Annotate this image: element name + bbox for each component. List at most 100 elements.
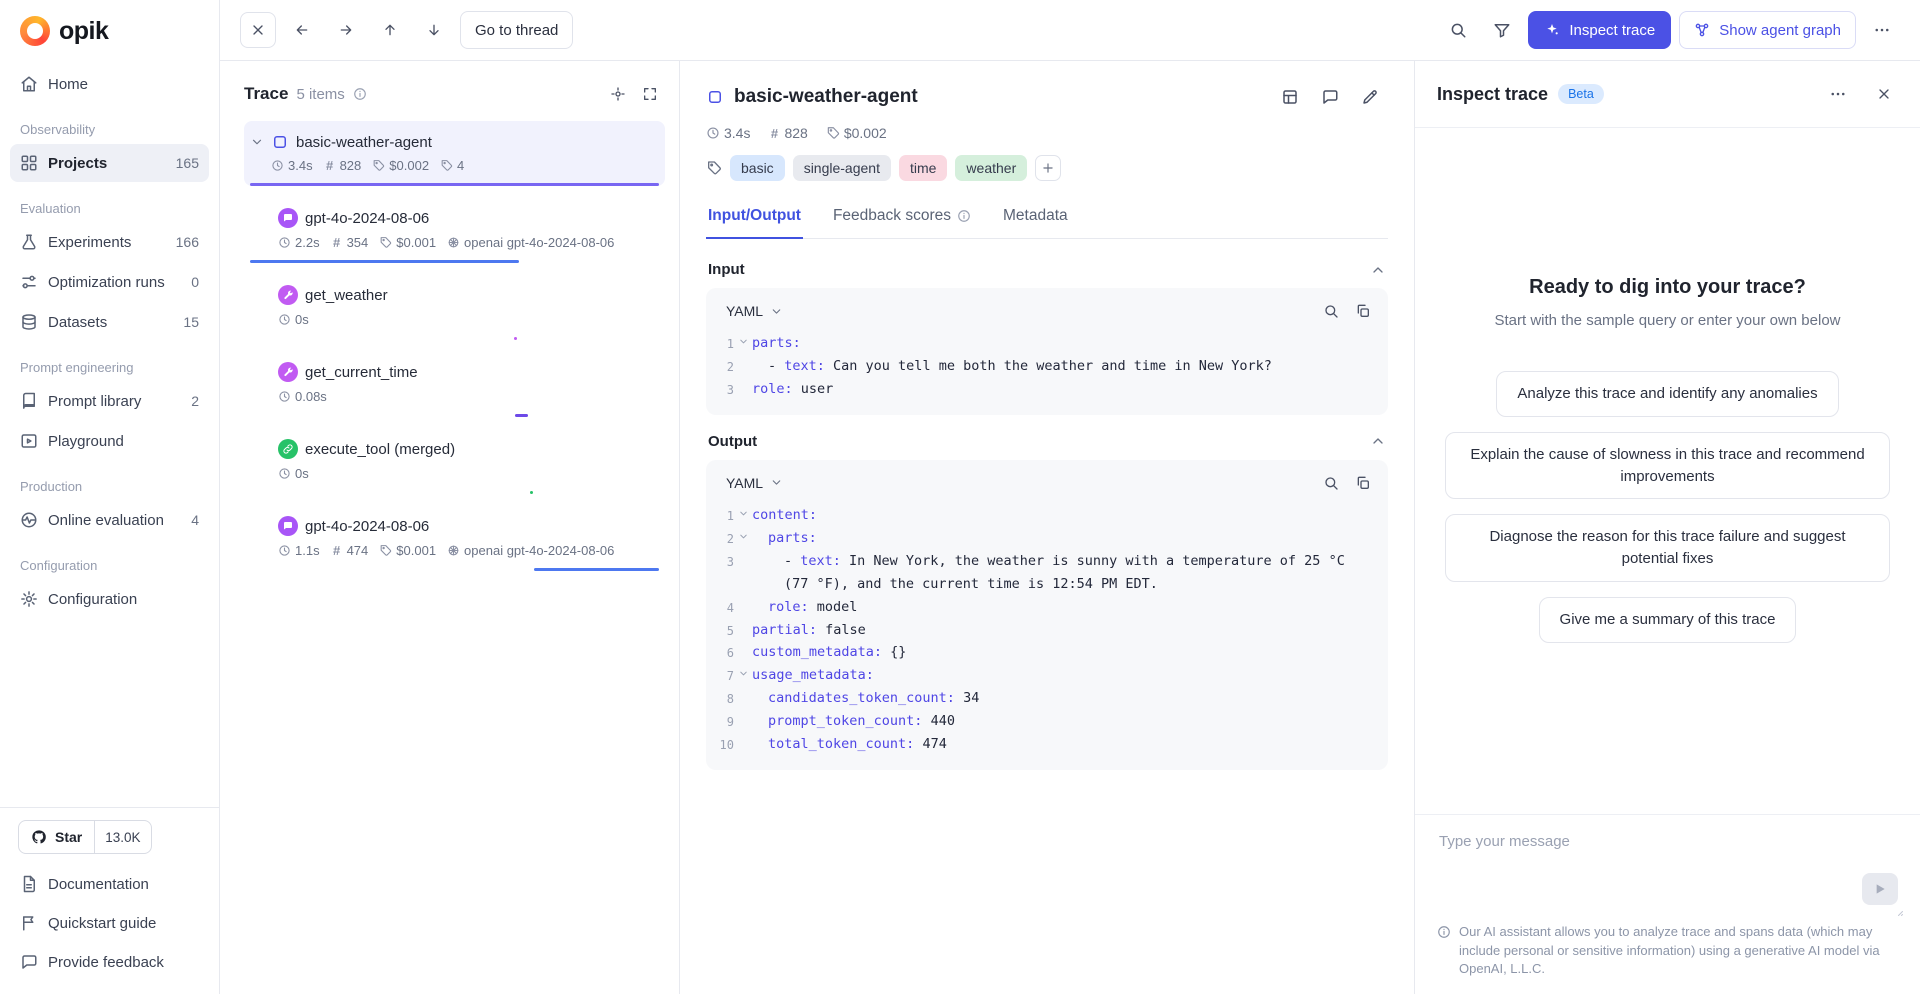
message-input[interactable]: [1437, 825, 1898, 913]
trace-type-icon: [271, 133, 289, 151]
pulse-icon: [20, 511, 38, 529]
sidebar-item-online-evaluation[interactable]: Online evaluation 4: [10, 501, 209, 539]
input-format-select[interactable]: YAML: [718, 297, 791, 325]
more-actions-button[interactable]: [1864, 12, 1900, 48]
send-message-button[interactable]: [1862, 873, 1898, 905]
previous-span-button[interactable]: [372, 12, 408, 48]
suggestion-slowness[interactable]: Explain the cause of slowness in this tr…: [1445, 432, 1890, 500]
copy-output-button[interactable]: [1348, 468, 1378, 498]
search-in-output-button[interactable]: [1316, 468, 1346, 498]
chevron-down-icon[interactable]: [250, 135, 264, 149]
inspect-more-button[interactable]: [1820, 76, 1856, 112]
tag-basic[interactable]: basic: [730, 155, 785, 181]
sidebar-item-datasets[interactable]: Datasets 15: [10, 303, 209, 341]
sidebar-item-prompt-library[interactable]: Prompt library 2: [10, 382, 209, 420]
sidebar-item-playground[interactable]: Playground: [10, 422, 209, 460]
show-agent-graph-button[interactable]: Show agent graph: [1679, 11, 1856, 49]
sidebar-item-configuration[interactable]: Configuration: [10, 580, 209, 618]
ellipsis-icon: [1829, 85, 1847, 103]
sidebar-item-documentation[interactable]: Documentation: [10, 865, 209, 903]
next-span-button[interactable]: [416, 12, 452, 48]
tab-metadata[interactable]: Metadata: [1001, 197, 1070, 238]
search-button[interactable]: [1440, 12, 1476, 48]
sidebar-item-experiments[interactable]: Experiments 166: [10, 223, 209, 261]
sidebar-item-label: Home: [48, 76, 88, 93]
tab-input-output[interactable]: Input/Output: [706, 197, 803, 238]
trace-title: basic-weather-agent: [734, 86, 918, 108]
copy-icon: [1355, 303, 1371, 319]
focus-selected-button[interactable]: [603, 79, 633, 109]
tab-feedback-scores[interactable]: Feedback scores: [831, 197, 973, 238]
close-icon: [1876, 86, 1892, 102]
suggestion-summary[interactable]: Give me a summary of this trace: [1539, 597, 1797, 643]
collapse-input-button[interactable]: [1370, 262, 1386, 278]
link-icon: [282, 443, 294, 455]
clock-icon: [706, 126, 720, 140]
topbar: Go to thread Inspect trace Show agent gr…: [220, 0, 1920, 61]
crosshair-icon: [610, 86, 626, 102]
copy-input-button[interactable]: [1348, 296, 1378, 326]
go-to-thread-button[interactable]: Go to thread: [460, 11, 573, 49]
collapse-output-button[interactable]: [1370, 433, 1386, 449]
trace-detail-panel: basic-weather-agent 3.4s #828 $0.002 bas…: [680, 61, 1414, 994]
sidebar-item-home[interactable]: Home: [10, 65, 209, 103]
tags-icon: [440, 159, 453, 172]
fold-icon[interactable]: [734, 527, 752, 542]
span-tokens: 828: [340, 158, 362, 173]
add-tag-button[interactable]: [1035, 155, 1061, 181]
trace-row-get-current-time[interactable]: get_current_time 0.08s: [244, 350, 665, 417]
resize-handle[interactable]: [1892, 905, 1904, 917]
trace-row-gpt-4o-2[interactable]: gpt-4o-2024-08-06 1.1s #474 $0.001 opena…: [244, 504, 665, 571]
playground-icon: [20, 432, 38, 450]
sidebar-item-provide-feedback[interactable]: Provide feedback: [10, 943, 209, 981]
layout-view-button[interactable]: [1272, 79, 1308, 115]
home-icon: [20, 75, 38, 93]
info-icon: [353, 87, 367, 101]
fold-icon[interactable]: [734, 504, 752, 519]
trace-tokens: 828: [784, 125, 807, 141]
search-in-input-button[interactable]: [1316, 296, 1346, 326]
fold-icon[interactable]: [734, 664, 752, 679]
input-code: 1parts: 2- text: Can you tell me both th…: [706, 328, 1388, 415]
output-format-select[interactable]: YAML: [718, 469, 791, 497]
layout-icon: [1281, 88, 1299, 106]
span-duration: 3.4s: [288, 158, 313, 173]
close-inspect-button[interactable]: [1866, 76, 1902, 112]
inspect-panel-title: Inspect trace: [1437, 84, 1548, 105]
edit-button[interactable]: [1352, 79, 1388, 115]
close-trace-button[interactable]: [240, 12, 276, 48]
sidebar-item-label: Datasets: [48, 314, 107, 331]
next-trace-button[interactable]: [328, 12, 364, 48]
expand-icon: [642, 86, 658, 102]
output-code-card: YAML 1content: 2parts: 3- text: In New Y…: [706, 460, 1388, 770]
inspect-trace-button[interactable]: Inspect trace: [1528, 11, 1671, 49]
ai-disclaimer: Our AI assistant allows you to analyze t…: [1415, 917, 1920, 994]
github-star-button[interactable]: Star 13.0K: [18, 820, 152, 854]
sidebar-section-prompt-engineering: Prompt engineering: [20, 360, 199, 375]
tag-single-agent[interactable]: single-agent: [793, 155, 891, 181]
suggestion-anomalies[interactable]: Analyze this trace and identify any anom…: [1496, 371, 1838, 417]
suggestion-failure[interactable]: Diagnose the reason for this trace failu…: [1445, 514, 1890, 582]
opik-logo[interactable]: opik: [0, 14, 219, 64]
trace-row-execute-tool-merged[interactable]: execute_tool (merged) 0s: [244, 427, 665, 494]
span-name: execute_tool (merged): [305, 441, 455, 458]
filter-button[interactable]: [1484, 12, 1520, 48]
tag-time[interactable]: time: [899, 155, 947, 181]
inspect-trace-panel: Inspect trace Beta Ready to dig into you…: [1414, 61, 1920, 994]
tag-weather[interactable]: weather: [955, 155, 1027, 181]
trace-row-gpt-4o-1[interactable]: gpt-4o-2024-08-06 2.2s #354 $0.001 opena…: [244, 196, 665, 263]
comments-button[interactable]: [1312, 79, 1348, 115]
sidebar-item-optimization-runs[interactable]: Optimization runs 0: [10, 263, 209, 301]
send-icon: [1872, 881, 1888, 897]
span-duration: 0.08s: [295, 389, 327, 404]
sidebar-item-quickstart-guide[interactable]: Quickstart guide: [10, 904, 209, 942]
arrow-left-icon: [294, 22, 310, 38]
trace-row-get-weather[interactable]: get_weather 0s: [244, 273, 665, 340]
previous-trace-button[interactable]: [284, 12, 320, 48]
fold-icon[interactable]: [734, 332, 752, 347]
tool-span-icon: [278, 362, 298, 382]
sidebar-item-projects[interactable]: Projects 165: [10, 144, 209, 182]
trace-row-basic-weather-agent[interactable]: basic-weather-agent 3.4s #828 $0.002 4: [244, 121, 665, 186]
expand-tree-button[interactable]: [635, 79, 665, 109]
openai-logo-icon: [447, 236, 460, 249]
